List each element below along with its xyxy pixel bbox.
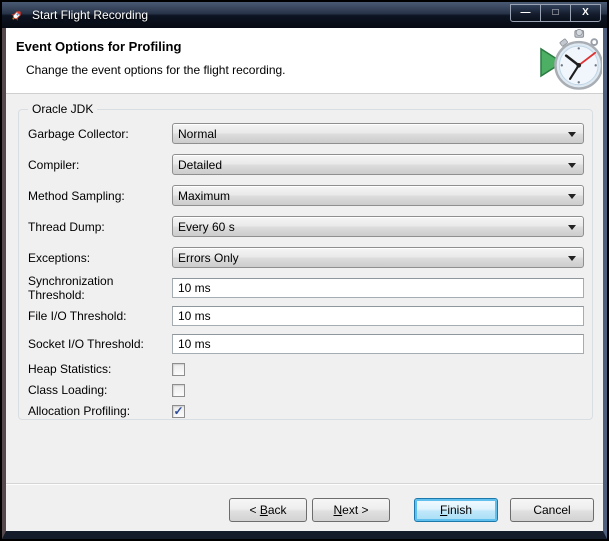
dropdown-arrow-icon bbox=[568, 194, 576, 199]
file-io-threshold-input[interactable] bbox=[172, 306, 584, 326]
compiler-select[interactable]: Detailed bbox=[172, 154, 584, 175]
finish-button[interactable]: Finish bbox=[414, 498, 498, 522]
titlebar[interactable]: Start Flight Recording — □ X bbox=[2, 2, 607, 28]
dropdown-arrow-icon bbox=[568, 225, 576, 230]
stopwatch-play-icon bbox=[540, 29, 602, 92]
close-button[interactable]: X bbox=[570, 4, 601, 22]
thread-dump-value: Every 60 s bbox=[178, 220, 235, 234]
row-file-io-threshold: File I/O Threshold: bbox=[28, 306, 584, 326]
method-sampling-label: Method Sampling: bbox=[28, 189, 172, 203]
row-compiler: Compiler: Detailed bbox=[28, 154, 584, 175]
exceptions-select[interactable]: Errors Only bbox=[172, 247, 584, 268]
synchronization-threshold-label: Synchronization Threshold: bbox=[28, 274, 172, 302]
exceptions-label: Exceptions: bbox=[28, 251, 172, 265]
window-body: Event Options for Profiling Change the e… bbox=[2, 28, 607, 539]
group-label: Oracle JDK bbox=[28, 102, 97, 116]
thread-dump-select[interactable]: Every 60 s bbox=[172, 216, 584, 237]
option-rows: Garbage Collector: Normal Compiler: Deta… bbox=[28, 123, 584, 425]
minimize-button[interactable]: — bbox=[510, 4, 541, 22]
row-socket-io-threshold: Socket I/O Threshold: bbox=[28, 334, 584, 354]
dropdown-arrow-icon bbox=[568, 163, 576, 168]
window-controls: — □ X bbox=[511, 4, 601, 22]
flight-recording-icon bbox=[9, 7, 25, 23]
page-title: Event Options for Profiling bbox=[16, 39, 181, 54]
finish-button-rest: inish bbox=[447, 503, 472, 517]
dropdown-arrow-icon bbox=[568, 132, 576, 137]
method-sampling-select[interactable]: Maximum bbox=[172, 185, 584, 206]
heap-statistics-label: Heap Statistics: bbox=[28, 362, 172, 376]
class-loading-label: Class Loading: bbox=[28, 383, 172, 397]
allocation-profiling-checkbox[interactable]: ✓ bbox=[172, 405, 185, 418]
compiler-value: Detailed bbox=[178, 158, 222, 172]
finish-button-mnemonic: F bbox=[440, 503, 447, 517]
garbage-collector-value: Normal bbox=[178, 127, 217, 141]
thread-dump-label: Thread Dump: bbox=[28, 220, 172, 234]
class-loading-checkbox[interactable] bbox=[172, 384, 185, 397]
cancel-button[interactable]: Cancel bbox=[510, 498, 594, 522]
back-button-mnemonic: B bbox=[260, 503, 268, 517]
row-allocation-profiling: Allocation Profiling: ✓ bbox=[28, 404, 584, 418]
row-synchronization-threshold: Synchronization Threshold: bbox=[28, 278, 584, 298]
row-class-loading: Class Loading: bbox=[28, 383, 584, 397]
socket-io-threshold-label: Socket I/O Threshold: bbox=[28, 337, 172, 351]
synchronization-threshold-input[interactable] bbox=[172, 278, 584, 298]
next-button-rest: ext > bbox=[342, 503, 368, 517]
row-heap-statistics: Heap Statistics: bbox=[28, 362, 584, 376]
back-button-prefix: < bbox=[249, 503, 259, 517]
window-title: Start Flight Recording bbox=[32, 8, 148, 22]
wizard-client-area: Oracle JDK Garbage Collector: Normal Com… bbox=[6, 94, 603, 531]
socket-io-threshold-input[interactable] bbox=[172, 334, 584, 354]
page-subtitle: Change the event options for the flight … bbox=[26, 63, 286, 77]
row-method-sampling: Method Sampling: Maximum bbox=[28, 185, 584, 206]
next-button-mnemonic: N bbox=[333, 503, 342, 517]
button-bar-separator bbox=[6, 483, 603, 485]
method-sampling-value: Maximum bbox=[178, 189, 230, 203]
heap-statistics-checkbox[interactable] bbox=[172, 363, 185, 376]
wizard-button-bar: < Back Next > Finish Cancel bbox=[229, 498, 594, 522]
garbage-collector-select[interactable]: Normal bbox=[172, 123, 584, 144]
back-button[interactable]: < Back bbox=[229, 498, 307, 522]
row-exceptions: Exceptions: Errors Only bbox=[28, 247, 584, 268]
dropdown-arrow-icon bbox=[568, 256, 576, 261]
wizard-header: Event Options for Profiling Change the e… bbox=[6, 28, 603, 94]
oracle-jdk-group: Oracle JDK Garbage Collector: Normal Com… bbox=[18, 109, 593, 420]
file-io-threshold-label: File I/O Threshold: bbox=[28, 309, 172, 323]
next-button[interactable]: Next > bbox=[312, 498, 390, 522]
allocation-profiling-label: Allocation Profiling: bbox=[28, 404, 172, 418]
start-flight-recording-dialog: Start Flight Recording — □ X Event Optio… bbox=[0, 0, 609, 541]
row-thread-dump: Thread Dump: Every 60 s bbox=[28, 216, 584, 237]
maximize-button[interactable]: □ bbox=[540, 4, 571, 22]
garbage-collector-label: Garbage Collector: bbox=[28, 127, 172, 141]
back-button-rest: ack bbox=[268, 503, 287, 517]
cancel-button-rest: Cancel bbox=[533, 503, 570, 517]
exceptions-value: Errors Only bbox=[178, 251, 239, 265]
row-garbage-collector: Garbage Collector: Normal bbox=[28, 123, 584, 144]
compiler-label: Compiler: bbox=[28, 158, 172, 172]
